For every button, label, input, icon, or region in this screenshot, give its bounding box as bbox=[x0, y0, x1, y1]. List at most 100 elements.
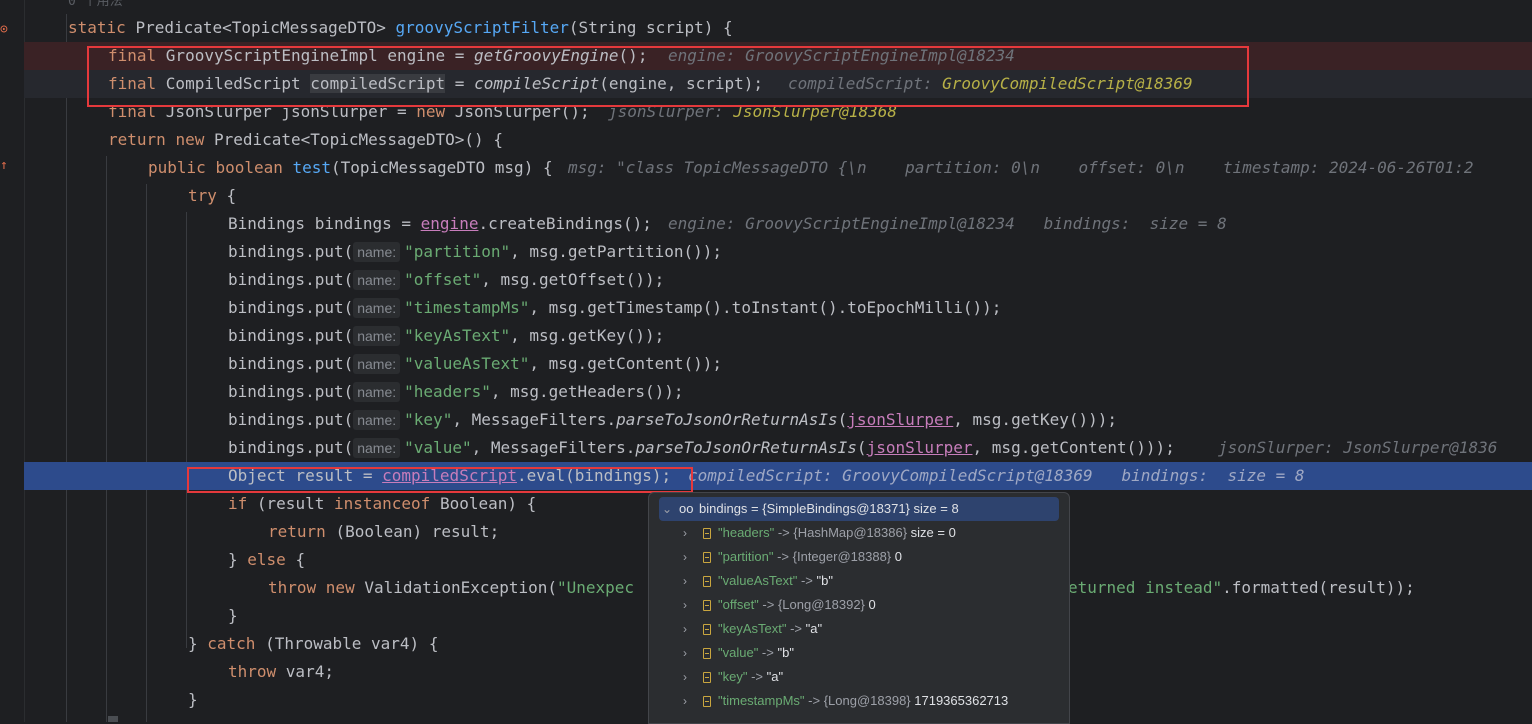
code-token[interactable]: engine bbox=[421, 214, 479, 233]
code-text: if (result instanceof Boolean) { bbox=[228, 490, 536, 518]
parameter-name-hint: name: bbox=[353, 326, 401, 346]
usage-hint: 0 个用法 bbox=[24, 0, 1532, 14]
code-token: bindings.put( bbox=[228, 298, 354, 317]
code-token: , msg.getContent())); bbox=[972, 438, 1175, 457]
inline-debug-value[interactable]: jsonSlurper: JsonSlurper@1836 bbox=[1218, 434, 1497, 462]
inline-debug-value[interactable]: msg: "class TopicMessageDTO {\n partitio… bbox=[568, 154, 1473, 182]
code-token: catch bbox=[207, 634, 266, 653]
code-line-sig[interactable]: static Predicate<TopicMessageDTO> groovy… bbox=[24, 14, 1532, 42]
inline-debug-value[interactable]: compiledScript: GroovyCompiledScript@183… bbox=[688, 462, 1305, 490]
entry-value: "b" bbox=[816, 573, 833, 588]
code-token: "keyAsText" bbox=[404, 326, 511, 345]
code-line-l_put7[interactable]: bindings.put(name: "key", MessageFilters.… bbox=[24, 406, 1532, 434]
highlight-box-eval bbox=[187, 467, 693, 493]
entry-arrow: -> bbox=[774, 525, 794, 540]
inline-debug-value[interactable]: engine: GroovyScriptEngineImpl@18234 bin… bbox=[668, 210, 1227, 238]
code-token: , MessageFilters. bbox=[452, 410, 617, 429]
entry-arrow: -> bbox=[773, 549, 793, 564]
code-token: new bbox=[325, 578, 365, 597]
code-line-l_bindings[interactable]: Bindings bindings = engine.createBinding… bbox=[24, 210, 1532, 238]
chevron-right-icon[interactable]: › bbox=[679, 521, 691, 545]
parameter-name-hint: name: bbox=[353, 410, 401, 430]
map-entry-icon bbox=[703, 696, 711, 707]
chevron-right-icon[interactable]: › bbox=[679, 569, 691, 593]
code-line-l_return[interactable]: return new Predicate<TopicMessageDTO>() … bbox=[24, 126, 1532, 154]
code-token: ( bbox=[856, 438, 867, 457]
override-icon[interactable]: ⊙ bbox=[0, 22, 8, 37]
code-text: bindings.put(name: "headers", msg.getHead… bbox=[228, 378, 684, 406]
map-entry-icon bbox=[703, 552, 711, 563]
chevron-right-icon[interactable]: › bbox=[679, 689, 691, 713]
code-token: { bbox=[226, 186, 237, 205]
code-token: (String script) { bbox=[568, 18, 733, 37]
popup-entry-row[interactable]: › "value" -> "b" bbox=[649, 641, 1069, 665]
popup-entry-row[interactable]: › "keyAsText" -> "a" bbox=[649, 617, 1069, 641]
code-token: Predicate<TopicMessageDTO>() { bbox=[213, 130, 503, 149]
debug-value-popup[interactable]: ⌄ oo bindings = {SimpleBindings@18371} s… bbox=[648, 492, 1070, 724]
code-token: "headers" bbox=[404, 382, 491, 401]
code-token: var4; bbox=[285, 662, 334, 681]
parameter-name-hint: name: bbox=[353, 270, 401, 290]
code-text: try { bbox=[188, 182, 236, 210]
entry-value: 0 bbox=[864, 597, 876, 612]
popup-entry-row[interactable]: › "headers" -> {HashMap@18386} size = 0 bbox=[649, 521, 1069, 545]
code-line-l_try[interactable]: try { bbox=[24, 182, 1532, 210]
code-line-l_put2[interactable]: bindings.put(name: "offset", msg.getOffse… bbox=[24, 266, 1532, 294]
code-line-l_test[interactable]: public boolean test(TopicMessageDTO msg)… bbox=[24, 154, 1532, 182]
code-token: return bbox=[108, 130, 176, 149]
code-token: "partition" bbox=[404, 242, 511, 261]
code-token: bindings.put( bbox=[228, 438, 354, 457]
chevron-right-icon[interactable]: › bbox=[679, 593, 691, 617]
chevron-right-icon[interactable]: › bbox=[679, 545, 691, 569]
chevron-down-icon[interactable]: ⌄ bbox=[661, 497, 673, 521]
code-token: "valueAsText" bbox=[404, 354, 530, 373]
code-token[interactable]: groovyScriptFilter bbox=[396, 18, 569, 37]
popup-entry-row[interactable]: › "partition" -> {Integer@18388} 0 bbox=[649, 545, 1069, 569]
code-line-l_put6[interactable]: bindings.put(name: "headers", msg.getHead… bbox=[24, 378, 1532, 406]
entry-key: "valueAsText" bbox=[718, 573, 798, 588]
code-token: return bbox=[268, 522, 336, 541]
implements-arrow-icon[interactable]: ↑ bbox=[0, 158, 8, 173]
code-token: bindings.put( bbox=[228, 242, 354, 261]
entry-arrow: -> bbox=[758, 597, 778, 612]
code-line-l_put3[interactable]: bindings.put(name: "timestampMs", msg.get… bbox=[24, 294, 1532, 322]
code-text: throw new ValidationException("Unexpec bbox=[268, 574, 634, 602]
code-token: (TopicMessageDTO msg) { bbox=[331, 158, 553, 177]
code-token: , msg.getKey())); bbox=[953, 410, 1118, 429]
horizontal-scrollbar[interactable] bbox=[108, 716, 118, 722]
code-token: "Unexpec bbox=[556, 578, 635, 597]
code-line-l_put8[interactable]: bindings.put(name: "value", MessageFilter… bbox=[24, 434, 1532, 462]
code-token: parseToJsonOrReturnAsIs bbox=[635, 438, 857, 457]
code-token: "value" bbox=[404, 438, 472, 457]
chevron-right-icon[interactable]: › bbox=[679, 665, 691, 689]
code-text: bindings.put(name: "offset", msg.getOffse… bbox=[228, 266, 664, 294]
code-token: bindings.put( bbox=[228, 270, 354, 289]
popup-root-row[interactable]: ⌄ oo bindings = {SimpleBindings@18371} s… bbox=[659, 497, 1059, 521]
code-token[interactable]: test bbox=[293, 158, 332, 177]
inline-debug-label: jsonSlurper: JsonSlurper@1836 bbox=[1218, 438, 1498, 457]
entry-value: "b" bbox=[777, 645, 794, 660]
code-token[interactable]: jsonSlurper bbox=[847, 410, 953, 429]
code-token[interactable]: jsonSlurper bbox=[867, 438, 973, 457]
popup-entry-row[interactable]: › "valueAsText" -> "b" bbox=[649, 569, 1069, 593]
entry-arrow: -> bbox=[797, 573, 817, 588]
code-token: } bbox=[228, 550, 248, 569]
popup-entry-row[interactable]: › "timestampMs" -> {Long@18398} 171936536… bbox=[649, 689, 1069, 713]
chevron-right-icon[interactable]: › bbox=[679, 617, 691, 641]
editor-gutter[interactable]: ⊙ ↑ bbox=[0, 0, 25, 722]
code-text: return (Boolean) result; bbox=[268, 518, 499, 546]
code-token: eturned instead" bbox=[1068, 578, 1223, 597]
root-type: {SimpleBindings@18371} bbox=[762, 501, 910, 516]
popup-entry-row[interactable]: › "offset" -> {Long@18392} 0 bbox=[649, 593, 1069, 617]
popup-entry-row[interactable]: › "key" -> "a" bbox=[649, 665, 1069, 689]
entry-key: "timestampMs" bbox=[718, 693, 805, 708]
code-token: if bbox=[228, 494, 257, 513]
code-line-l_put4[interactable]: bindings.put(name: "keyAsText", msg.getKe… bbox=[24, 322, 1532, 350]
code-line-l_put5[interactable]: bindings.put(name: "valueAsText", msg.get… bbox=[24, 350, 1532, 378]
code-line-l_put1[interactable]: bindings.put(name: "partition", msg.getPa… bbox=[24, 238, 1532, 266]
code-token: , msg.getTimestamp().toInstant().toEpoch… bbox=[529, 298, 1002, 317]
code-token: public bbox=[148, 158, 216, 177]
entry-type: {HashMap@18386} bbox=[793, 525, 908, 540]
code-token: bindings.put( bbox=[228, 382, 354, 401]
chevron-right-icon[interactable]: › bbox=[679, 641, 691, 665]
